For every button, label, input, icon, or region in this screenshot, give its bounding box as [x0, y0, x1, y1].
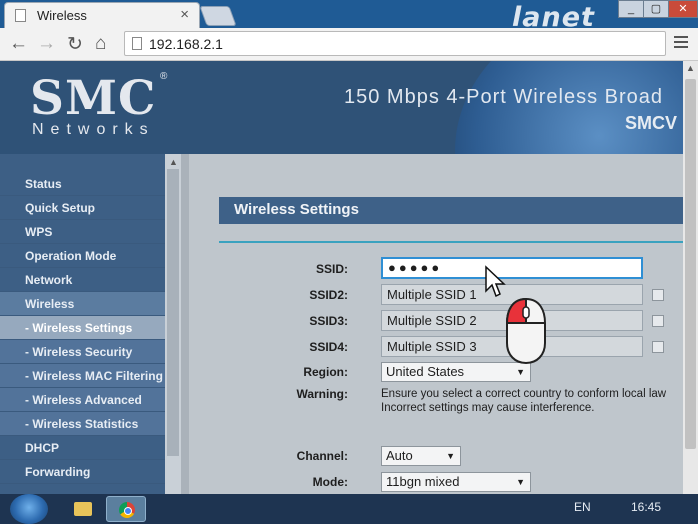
section-header: Wireless Settings [219, 197, 683, 224]
sidebar-item-dhcp[interactable]: DHCP [0, 436, 165, 460]
ssid-field[interactable]: ●●●●● [381, 257, 643, 279]
sidebar-nav: Status Quick Setup WPS Operation Mode Ne… [0, 154, 165, 494]
channel-select[interactable]: Auto ▼ [381, 446, 461, 466]
chevron-down-icon: ▼ [516, 477, 525, 487]
sidebar-item-wireless-statistics[interactable]: - Wireless Statistics [0, 412, 165, 436]
content-edge [181, 154, 189, 494]
router-header: SMC ® Networks 150 Mbps 4-Port Wireless … [0, 61, 683, 154]
page-icon [15, 9, 26, 22]
ssid4-checkbox[interactable] [652, 341, 664, 353]
sidebar-item-wireless-mac-filtering[interactable]: - Wireless MAC Filtering [0, 364, 165, 388]
windows-taskbar: EN 16:45 [0, 494, 698, 524]
sidebar-item-wps[interactable]: WPS [0, 220, 165, 244]
url-text: 192.168.2.1 [149, 36, 223, 52]
sidebar-scroll-thumb[interactable] [167, 169, 179, 456]
sidebar-item-wireless[interactable]: Wireless [0, 292, 165, 316]
reload-icon[interactable]: ↻ [67, 33, 83, 56]
home-icon[interactable]: ⌂ [95, 33, 106, 55]
ssid2-label: SSID2: [309, 288, 348, 302]
warning-text: Ensure you select a correct country to c… [381, 387, 681, 415]
registered-mark: ® [160, 71, 168, 82]
ssid-label: SSID: [315, 262, 348, 276]
ssid3-checkbox[interactable] [652, 315, 664, 327]
mode-select[interactable]: 11bgn mixed ▼ [381, 472, 531, 492]
sidebar-item-wireless-security[interactable]: - Wireless Security [0, 340, 165, 364]
chevron-down-icon: ▼ [446, 451, 455, 461]
language-indicator[interactable]: EN [574, 500, 591, 514]
tab-wireless[interactable]: Wireless × [4, 2, 200, 28]
page-scrollbar[interactable]: ▲ [683, 61, 698, 494]
clock[interactable]: 16:45 [631, 500, 661, 514]
region-value: United States [386, 364, 465, 379]
ssid3-label: SSID3: [309, 314, 348, 328]
sidebar-scrollbar[interactable]: ▲ [165, 154, 181, 494]
sidebar-item-wireless-advanced[interactable]: - Wireless Advanced [0, 388, 165, 412]
region-label: Region: [303, 365, 348, 379]
sidebar-item-forwarding[interactable]: Forwarding [0, 460, 165, 484]
page-icon [132, 37, 142, 50]
chevron-down-icon: ▼ [516, 367, 525, 377]
mode-label: Mode: [312, 475, 348, 489]
address-bar[interactable]: 192.168.2.1 [124, 31, 666, 56]
channel-value: Auto [386, 448, 413, 463]
close-window-button[interactable]: ✕ [668, 0, 698, 18]
tab-title: Wireless [37, 8, 87, 23]
tab-close-icon[interactable]: × [180, 6, 189, 23]
taskbar-file-explorer[interactable] [62, 496, 102, 522]
scroll-up-icon[interactable]: ▲ [686, 63, 695, 73]
warning-line-1: Ensure you select a correct country to c… [381, 388, 667, 400]
warning-label: Warning: [296, 387, 348, 401]
warning-line-2: Incorrect settings may cause interferenc… [381, 402, 595, 414]
chrome-icon [119, 502, 135, 518]
product-title: 150 Mbps 4-Port Wireless Broad [344, 86, 664, 108]
sidebar-item-quick-setup[interactable]: Quick Setup [0, 196, 165, 220]
mouse-pointer-icon [485, 265, 506, 298]
sidebar-item-operation-mode[interactable]: Operation Mode [0, 244, 165, 268]
browser-toolbar: ← → ↻ ⌂ 192.168.2.1 [0, 28, 698, 61]
menu-icon[interactable] [674, 36, 688, 51]
logo-subtitle: Networks [32, 121, 155, 138]
sidebar-item-wireless-settings[interactable]: - Wireless Settings [0, 316, 165, 340]
page-scroll-thumb[interactable] [685, 79, 696, 449]
ssid4-label: SSID4: [309, 340, 348, 354]
forward-icon[interactable]: → [37, 33, 56, 55]
new-tab-button[interactable] [199, 6, 237, 26]
mouse-click-icon [505, 297, 546, 365]
smc-logo: SMC [30, 71, 157, 126]
file-explorer-icon [74, 502, 92, 516]
ssid2-checkbox[interactable] [652, 289, 664, 301]
maximize-button[interactable]: ▢ [643, 0, 669, 18]
windows-start-icon[interactable] [10, 494, 48, 524]
taskbar-chrome[interactable] [106, 496, 146, 522]
channel-label: Channel: [296, 449, 348, 463]
section-title: Wireless Settings [234, 201, 359, 218]
sidebar-item-status[interactable]: Status [0, 172, 165, 196]
browser-tabstrip: Wireless × lanet _ ▢ ✕ [0, 0, 698, 33]
scroll-up-icon[interactable]: ▲ [169, 157, 178, 167]
section-rule [219, 241, 683, 243]
product-model: SMCV [625, 113, 678, 133]
mode-value: 11bgn mixed [386, 474, 460, 489]
minimize-button[interactable]: _ [618, 0, 644, 18]
region-select[interactable]: United States ▼ [381, 362, 531, 382]
sidebar-item-network[interactable]: Network [0, 268, 165, 292]
back-icon[interactable]: ← [9, 33, 28, 55]
